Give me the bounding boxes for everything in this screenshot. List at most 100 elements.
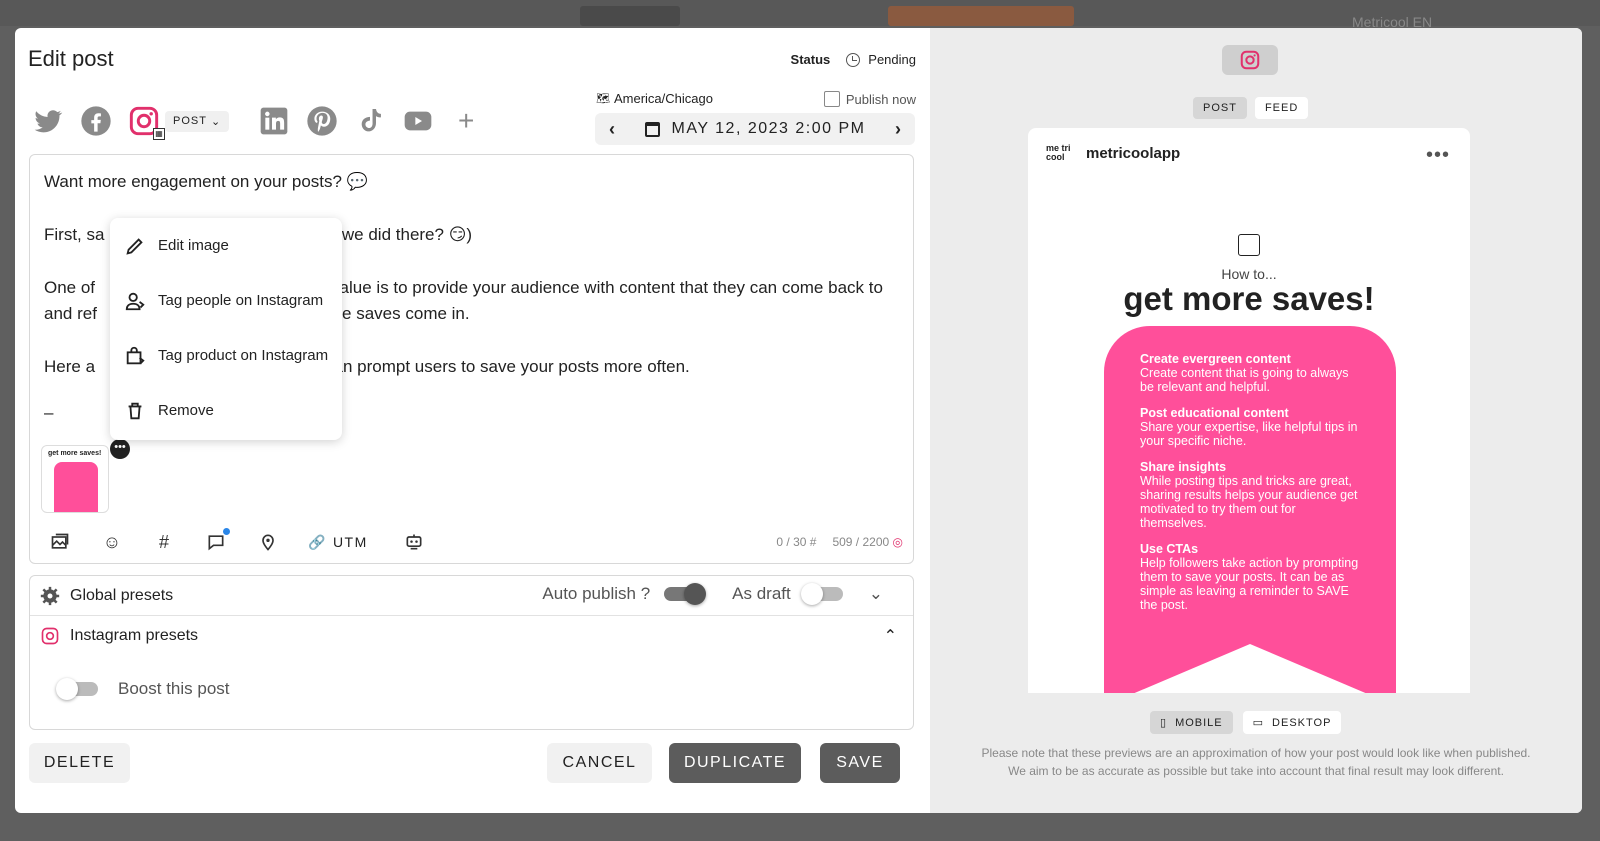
attached-image-thumbnail[interactable]: get more saves! (41, 445, 109, 513)
date-picker[interactable]: ‹ MAY 12, 2023 2:00 PM › (595, 113, 915, 145)
as-draft-label: As draft (732, 584, 791, 603)
shopping-bag-icon (126, 346, 145, 364)
facebook-icon[interactable] (79, 104, 113, 138)
preview-network-selector[interactable] (1222, 45, 1278, 75)
image-options-icon[interactable]: ••• (110, 439, 130, 459)
backdrop-button-accent (888, 6, 1074, 26)
status-indicator: Status Pending (791, 52, 916, 67)
instagram-presets-row[interactable]: Instagram presets ⌃ (30, 616, 913, 656)
media-gallery-icon[interactable] (48, 530, 72, 554)
instagram-presets-label: Instagram presets (70, 627, 199, 644)
post-counters: 0 / 30 # 509 / 2200 ◎ (776, 535, 903, 549)
account-name: metricoolapp (1086, 144, 1181, 162)
character-counter: 509 / 2200 ◎ (832, 535, 903, 549)
add-network-icon[interactable]: + (449, 104, 483, 138)
gear-icon (40, 586, 60, 605)
auto-publish-label: Auto publish ? (542, 584, 651, 603)
phone-icon: ▯ (1160, 717, 1168, 729)
instagram-icon (1240, 50, 1260, 70)
utm-label: UTM (332, 534, 368, 550)
editor-toolbar: ☺ # 🔗 UTM (48, 528, 454, 554)
instagram-icon (41, 627, 59, 645)
utm-button[interactable]: 🔗 UTM (308, 534, 368, 551)
preview-disclaimer: Please note that these previews are an a… (981, 746, 1531, 778)
duplicate-button[interactable]: DUPLICATE (669, 743, 801, 783)
preview-header: me tri cool metricoolapp (1046, 144, 1180, 162)
global-preset-controls: Auto publish ? As draft ⌄ (542, 583, 883, 605)
hashtag-icon[interactable]: # (152, 530, 176, 554)
presets-panel: Global presets Auto publish ? As draft ⌄… (29, 575, 914, 730)
menu-item-label: Tag product on Instagram (158, 347, 329, 364)
timezone[interactable]: 🗺 America/Chicago (596, 91, 713, 106)
menu-item-edit-image[interactable]: Edit image (110, 218, 342, 273)
chevron-down-icon: ⌄ (210, 115, 222, 128)
chevron-left-icon[interactable]: ‹ (609, 119, 615, 140)
auto-publish-toggle[interactable] (664, 583, 707, 605)
instagram-icon[interactable]: ▦ (127, 104, 165, 140)
more-options-icon[interactable]: ••• (1426, 144, 1450, 167)
edit-post-modal: Edit post Status Pending ▦ POST ⌄ + 🗺 Am… (15, 28, 1582, 813)
chevron-right-icon[interactable]: › (895, 119, 901, 140)
person-tag-icon (125, 292, 145, 310)
publish-now-label: Publish now (845, 91, 916, 107)
clock-icon (846, 52, 861, 67)
preview-tabs: POST FEED (1193, 97, 1309, 119)
menu-item-tag-people[interactable]: Tag people on Instagram (110, 273, 342, 328)
delete-button[interactable]: DELETE (29, 743, 130, 783)
calendar-icon (644, 121, 660, 137)
network-selector: ▦ POST ⌄ + (31, 104, 497, 140)
date-display[interactable]: MAY 12, 2023 2:00 PM (644, 120, 866, 138)
trash-icon (128, 402, 142, 419)
tips-ribbon: Create evergreen content Create content t… (1104, 326, 1396, 693)
tab-post[interactable]: POST (1193, 97, 1247, 119)
menu-item-label: Tag people on Instagram (158, 292, 324, 309)
view-mobile[interactable]: ▯ MOBILE (1150, 711, 1233, 734)
tip-item: Create evergreen content Create content t… (1140, 352, 1349, 394)
post-type-dropdown[interactable]: POST ⌄ (165, 110, 230, 132)
preview-headline: get more saves! (1123, 280, 1375, 317)
menu-item-label: Edit image (158, 237, 229, 254)
menu-item-remove[interactable]: Remove (110, 383, 342, 438)
backdrop-button (580, 6, 680, 26)
tiktok-icon[interactable] (353, 104, 387, 138)
tip-item: Post educational content Share your exper… (1140, 406, 1358, 448)
checkbox-icon[interactable] (823, 91, 840, 107)
emoji-icon[interactable]: ☺ (100, 530, 124, 554)
date-value: MAY 12, 2023 2:00 PM (671, 120, 866, 137)
pinterest-icon[interactable] (305, 104, 339, 138)
editor-line-6: – (44, 403, 54, 422)
hashtag-counter: 0 / 30 # (776, 535, 817, 549)
cancel-button[interactable]: CANCEL (547, 743, 652, 783)
chevron-up-icon[interactable]: ⌃ (884, 626, 897, 646)
boost-toggle[interactable] (56, 678, 98, 700)
tab-feed[interactable]: FEED (1254, 97, 1309, 119)
publish-now-checkbox[interactable]: Publish now (823, 91, 916, 107)
instagram-small-icon: ◎ (892, 535, 903, 549)
tip-item: Use CTAs Help followers take action by pr… (1140, 542, 1359, 612)
monitor-icon: ▭ (1252, 717, 1265, 729)
as-draft-toggle[interactable] (800, 583, 843, 605)
boost-post-control: Boost this post (56, 678, 230, 700)
twitter-icon[interactable] (31, 104, 65, 138)
instagram-preview-card: me tri cool metricoolapp ••• How to... g… (1028, 128, 1470, 693)
ribbon-notch (1134, 644, 1366, 693)
bookmark-icon (1238, 234, 1260, 256)
editor-panel: Edit post Status Pending ▦ POST ⌄ + 🗺 Am… (15, 28, 930, 813)
status-label: Status (790, 52, 831, 67)
link-icon: 🔗 (308, 533, 327, 550)
view-desktop[interactable]: ▭ DESKTOP (1242, 711, 1342, 734)
linkedin-icon[interactable] (257, 104, 291, 138)
editor-line-1: Want more engagement on your posts? 💬 (44, 172, 368, 191)
view-toggle: ▯ MOBILE ▭ DESKTOP (1150, 711, 1342, 734)
image-context-menu: Edit image Tag people on Instagram Tag p… (110, 218, 342, 440)
save-button[interactable]: SAVE (820, 743, 900, 783)
notification-dot (223, 528, 230, 535)
menu-item-tag-product[interactable]: Tag product on Instagram (110, 328, 342, 383)
ai-assistant-icon[interactable] (402, 530, 426, 554)
comment-icon[interactable] (204, 528, 230, 554)
pencil-icon (126, 237, 143, 255)
chevron-down-icon[interactable]: ⌄ (869, 584, 883, 604)
youtube-icon[interactable] (401, 104, 435, 138)
location-pin-icon[interactable] (256, 530, 280, 554)
global-presets-row[interactable]: Global presets Auto publish ? As draft ⌄ (30, 576, 913, 616)
